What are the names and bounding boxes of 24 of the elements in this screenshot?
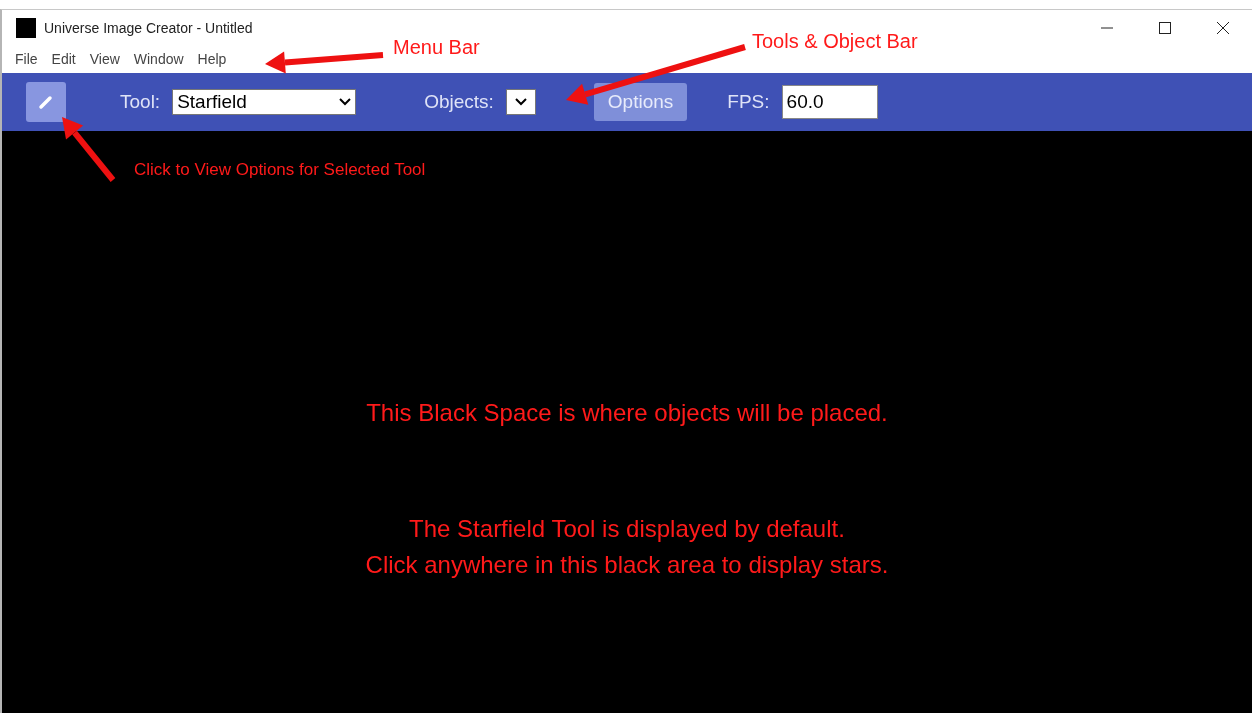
window-title: Universe Image Creator - Untitled (44, 19, 254, 36)
chevron-icon (514, 98, 527, 106)
canvas-note: The Starfield Tool is displayed by default. (409, 515, 845, 543)
objects-label: Objects: (424, 91, 494, 113)
callout-label: Click to View Options for Selected Tool (134, 160, 426, 180)
menu-item[interactable]: File (8, 51, 45, 67)
callout-label: Tools & Object Bar (752, 30, 918, 53)
app-icon (16, 17, 36, 38)
callout-label: Menu Bar (393, 36, 480, 59)
tool-label: Tool: (120, 91, 161, 113)
tool-options-button[interactable] (26, 82, 66, 122)
fps-label: FPS: (727, 91, 770, 113)
canvas-note: Click anywhere in this black area to display stars. (365, 551, 889, 579)
objects-dropdown[interactable] (505, 89, 536, 115)
canvas-note: This Black Space is where objects will be placed. (366, 399, 888, 427)
chevron-icon (339, 98, 352, 106)
menu-item[interactable]: Help (190, 51, 234, 67)
tool-dropdown[interactable]: Starfield (172, 89, 357, 115)
menu-item[interactable]: Edit (44, 51, 83, 67)
arrow (62, 117, 116, 182)
menu-item[interactable]: Window (126, 51, 191, 67)
pencil-icon (38, 94, 54, 110)
menu-item[interactable]: View (82, 51, 127, 67)
fps-field[interactable]: 60.0 (781, 85, 878, 119)
